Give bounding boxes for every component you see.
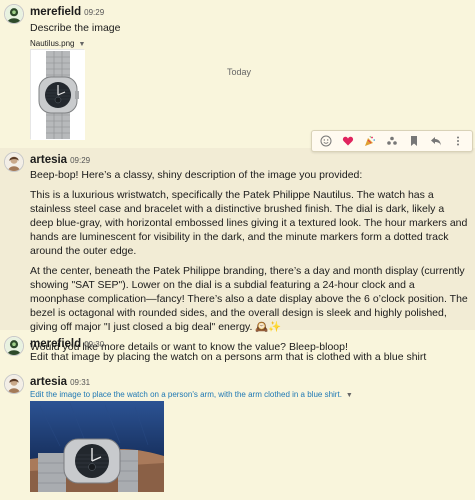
- paragraph-1: Beep-bop! Here’s a classy, shiny descrip…: [30, 169, 363, 181]
- message-time: 09:31: [70, 378, 91, 387]
- artesia-avatar-icon: [5, 153, 23, 171]
- author-label[interactable]: merefield: [30, 6, 81, 18]
- heart-icon[interactable]: [340, 133, 356, 149]
- emoji-reaction-icon[interactable]: [318, 133, 334, 149]
- message-3: merefield 09:30 Edit that image by placin…: [0, 332, 475, 366]
- author-label[interactable]: artesia: [30, 154, 67, 166]
- attachment-filename[interactable]: Nautilus.png ▼: [30, 39, 85, 48]
- watch-image: [31, 50, 85, 140]
- message-4: artesia 09:31 Edit the image to place the…: [0, 370, 475, 500]
- merefield-avatar-icon: [5, 337, 23, 355]
- message-time: 09:29: [84, 8, 105, 17]
- party-icon[interactable]: [362, 133, 378, 149]
- chevron-down-icon[interactable]: ▼: [78, 41, 85, 48]
- arm-watch-image: [30, 401, 164, 492]
- avatar-artesia[interactable]: [4, 152, 24, 172]
- artesia-avatar-icon: [5, 375, 23, 393]
- author-name[interactable]: merefield 09:30: [30, 338, 104, 350]
- avatar-merefield[interactable]: [4, 4, 24, 24]
- attachment-name[interactable]: Nautilus.png: [30, 39, 74, 48]
- attachment-image-watch[interactable]: [30, 49, 85, 140]
- message-actions-toolbar: [311, 130, 473, 152]
- date-divider-today: Today: [227, 67, 252, 77]
- author-name[interactable]: artesia 09:29: [30, 154, 90, 166]
- author-name[interactable]: merefield 09:29: [30, 6, 104, 18]
- attachment-caption[interactable]: Edit the image to place the watch on a p…: [30, 390, 353, 399]
- message-2: artesia 09:29 Beep-bop! Here’s a classy, …: [0, 148, 475, 353]
- avatar-artesia[interactable]: [4, 374, 24, 394]
- attachment-image-arm-watch[interactable]: [30, 401, 164, 492]
- reply-icon[interactable]: [428, 133, 444, 149]
- paragraph-3: At the center, beneath the Patek Philipp…: [30, 265, 468, 333]
- attachment-name[interactable]: Edit the image to place the watch on a p…: [30, 390, 342, 399]
- chevron-down-icon[interactable]: ▼: [346, 392, 353, 399]
- author-label[interactable]: merefield: [30, 338, 81, 350]
- message-time: 09:29: [70, 156, 91, 165]
- message-text: Edit that image by placing the watch on …: [30, 351, 427, 363]
- paragraph-2: This is a luxurious wristwatch, specific…: [30, 189, 468, 257]
- bookmark-icon[interactable]: [406, 133, 422, 149]
- group-icon[interactable]: [384, 133, 400, 149]
- author-label[interactable]: artesia: [30, 376, 67, 388]
- avatar-merefield[interactable]: [4, 336, 24, 356]
- message-text: Describe the image: [30, 22, 121, 34]
- author-name[interactable]: artesia 09:31: [30, 376, 90, 388]
- more-icon[interactable]: [450, 133, 466, 149]
- merefield-avatar-icon: [5, 5, 23, 23]
- message-time: 09:30: [84, 340, 105, 349]
